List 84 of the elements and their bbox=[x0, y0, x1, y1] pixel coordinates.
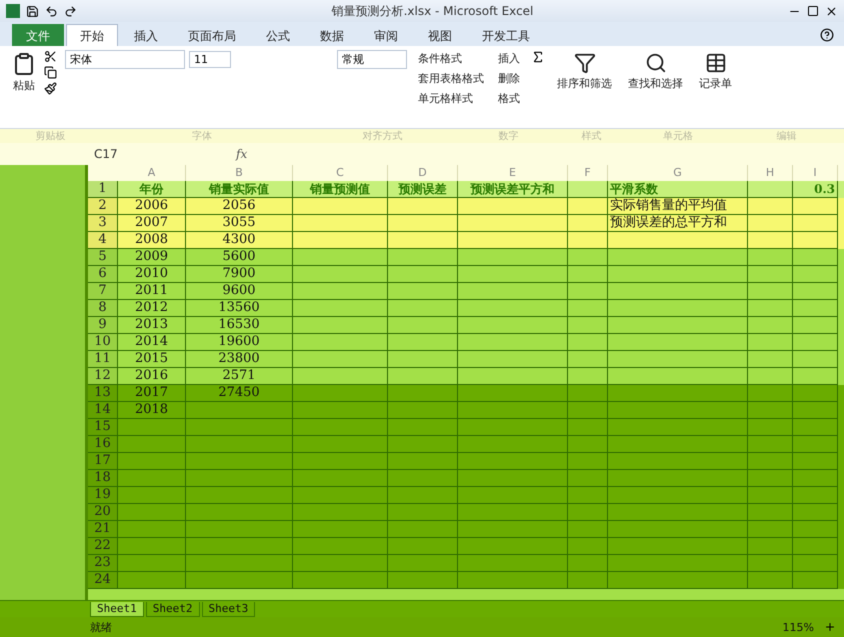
font-size-field[interactable]: 11 bbox=[189, 51, 231, 68]
row-header[interactable]: 5 bbox=[88, 249, 118, 266]
row-header[interactable]: 19 bbox=[88, 487, 118, 504]
table-cell: 销量实际值 bbox=[186, 181, 293, 198]
row-header[interactable]: 2 bbox=[88, 198, 118, 215]
ribbon-tab[interactable]: 文件 bbox=[12, 24, 64, 46]
ribbon-tab[interactable]: 开始 bbox=[66, 24, 118, 46]
font-name-field[interactable]: 宋体 bbox=[65, 50, 185, 69]
ribbon-tab[interactable]: 视图 bbox=[414, 24, 466, 46]
window-title: 销量预测分析.xlsx - Microsoft Excel bbox=[330, 2, 534, 20]
row-header[interactable]: 18 bbox=[88, 470, 118, 487]
row-header[interactable]: 20 bbox=[88, 504, 118, 521]
row-header[interactable]: 3 bbox=[88, 215, 118, 232]
name-box[interactable]: C17 bbox=[90, 145, 228, 163]
filter-icon bbox=[574, 52, 596, 74]
row-header[interactable]: 24 bbox=[88, 572, 118, 589]
spreadsheet-logo-icon bbox=[6, 4, 20, 18]
row-header[interactable]: 6 bbox=[88, 266, 118, 283]
row-header[interactable]: 16 bbox=[88, 436, 118, 453]
zoom-in-button[interactable] bbox=[824, 621, 836, 633]
row-header[interactable]: 21 bbox=[88, 521, 118, 538]
table-cell: 预测误差 bbox=[388, 181, 458, 198]
search-icon bbox=[644, 52, 666, 74]
ribbon-tab[interactable]: 开发工具 bbox=[468, 24, 544, 46]
ribbon-tab[interactable]: 插入 bbox=[120, 24, 172, 46]
table-format-button[interactable]: 套用表格格式 bbox=[415, 70, 487, 87]
paintbrush-icon bbox=[44, 82, 57, 95]
table-cell: 预测误差平方和 bbox=[458, 181, 568, 198]
row-header[interactable]: 17 bbox=[88, 453, 118, 470]
help-icon bbox=[820, 28, 834, 42]
row-header[interactable]: 4 bbox=[88, 232, 118, 249]
ribbon-group-label: 对齐方式 bbox=[361, 130, 404, 143]
ribbon-tab[interactable]: 页面布局 bbox=[174, 24, 250, 46]
row-header[interactable]: 7 bbox=[88, 283, 118, 300]
table-cell: 年份 bbox=[118, 181, 186, 198]
ribbon-group-label: 剪贴板 bbox=[34, 130, 66, 143]
function-label[interactable]: fx bbox=[236, 147, 248, 161]
table-icon bbox=[704, 52, 726, 74]
status-text: 就绪 bbox=[90, 620, 112, 634]
undo-icon bbox=[45, 4, 58, 18]
find-select-button[interactable]: 查找和选择 bbox=[624, 50, 687, 93]
maximize-button[interactable] bbox=[807, 5, 819, 17]
row-header[interactable]: 15 bbox=[88, 419, 118, 436]
ribbon-tab[interactable]: 数据 bbox=[306, 24, 358, 46]
delete-button[interactable]: 删除 bbox=[495, 70, 523, 87]
record-button[interactable]: 记录单 bbox=[695, 50, 736, 93]
row-header[interactable]: 14 bbox=[88, 402, 118, 419]
conditional-format-button[interactable]: 条件格式 bbox=[415, 50, 487, 67]
table-cell: 0.3 bbox=[793, 181, 838, 198]
format-button[interactable]: 格式 bbox=[495, 90, 523, 107]
ribbon-tab[interactable]: 公式 bbox=[252, 24, 304, 46]
sheet-tab[interactable]: Sheet3 bbox=[202, 602, 256, 616]
sheet-tab[interactable]: Sheet2 bbox=[146, 602, 200, 616]
row-header[interactable]: 13 bbox=[88, 385, 118, 402]
ribbon-group-label: 数字 bbox=[498, 130, 520, 143]
sort-filter-button[interactable]: 排序和筛选 bbox=[553, 50, 616, 93]
table-cell: 平滑系数 bbox=[608, 181, 748, 198]
zoom-level: 115% bbox=[782, 620, 814, 634]
clipboard-icon bbox=[12, 52, 36, 76]
sum-icon bbox=[531, 50, 545, 64]
ribbon-group-label: 样式 bbox=[580, 130, 603, 143]
row-header[interactable]: 23 bbox=[88, 555, 118, 572]
row-header[interactable]: 22 bbox=[88, 538, 118, 555]
ribbon-group-label: 字体 bbox=[190, 130, 213, 143]
save-icon bbox=[26, 4, 39, 18]
paste-button[interactable]: 粘贴 bbox=[8, 50, 40, 95]
sheet-tab[interactable]: Sheet1 bbox=[90, 602, 144, 616]
table-cell: 销量预测值 bbox=[293, 181, 388, 198]
row-header[interactable]: 12 bbox=[88, 368, 118, 385]
row-header[interactable]: 1 bbox=[88, 181, 118, 198]
row-header[interactable]: 9 bbox=[88, 317, 118, 334]
close-button[interactable] bbox=[825, 4, 838, 18]
ribbon-tab[interactable]: 审阅 bbox=[360, 24, 412, 46]
redo-icon bbox=[64, 4, 77, 18]
row-header[interactable]: 11 bbox=[88, 351, 118, 368]
number-format-field[interactable]: 常规 bbox=[337, 50, 407, 69]
cell-styles-button[interactable]: 单元格样式 bbox=[415, 90, 487, 107]
row-header[interactable]: 8 bbox=[88, 300, 118, 317]
row-header[interactable]: 10 bbox=[88, 334, 118, 351]
ribbon-group-label: 单元格 bbox=[662, 130, 694, 143]
scissors-icon bbox=[44, 50, 57, 63]
insert-button[interactable]: 插入 bbox=[495, 50, 523, 67]
copy-icon bbox=[44, 66, 57, 79]
ribbon-group-label: 编辑 bbox=[775, 130, 798, 143]
